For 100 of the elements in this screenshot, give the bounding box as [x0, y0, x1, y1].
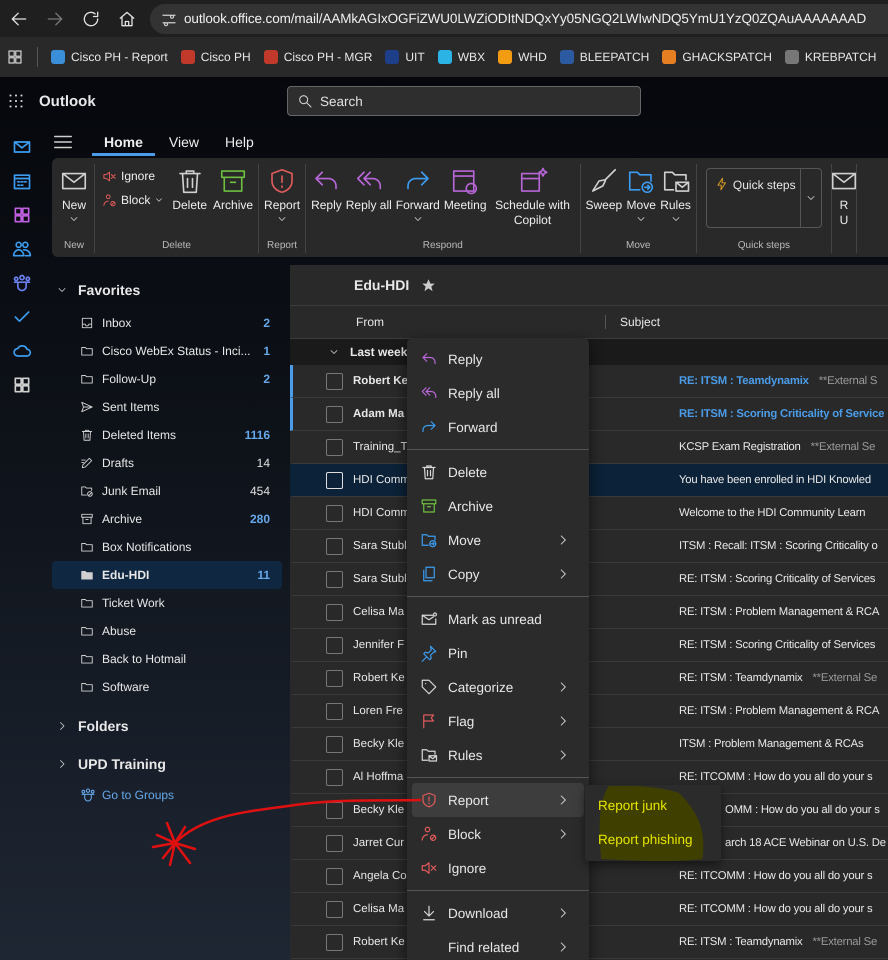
folder-item[interactable]: Ticket Work	[52, 589, 282, 617]
row-checkbox[interactable]	[326, 900, 343, 918]
ribbon-tab[interactable]: View	[156, 128, 211, 156]
ribbon-tab[interactable]: Help	[213, 128, 266, 156]
apps-icon[interactable]	[6, 48, 24, 66]
folder-item[interactable]: Edu-HDI 11	[52, 561, 282, 589]
row-checkbox[interactable]	[326, 538, 343, 554]
reload-icon[interactable]	[81, 8, 101, 28]
folder-item[interactable]: Follow-Up 2	[52, 365, 282, 393]
groups-icon	[80, 787, 96, 803]
trash-icon	[80, 428, 94, 442]
folder-item[interactable]: Box Notifications	[52, 533, 282, 561]
people-icon[interactable]	[12, 239, 32, 259]
folder-item[interactable]: Back to Hotmail	[52, 645, 282, 673]
ribbon-button[interactable]: Delete	[170, 164, 210, 212]
tag-icon	[420, 678, 438, 696]
menu-item[interactable]: Find related	[412, 930, 584, 960]
unread-count: 14	[256, 456, 270, 470]
ribbon-button[interactable]: Meeting	[442, 164, 489, 215]
ribbon-button[interactable]: Move	[624, 164, 658, 227]
ribbon-group-label: Quick steps	[738, 240, 790, 253]
folder-item[interactable]: Software	[52, 673, 282, 701]
row-checkbox[interactable]	[326, 406, 343, 422]
block-icon	[420, 825, 438, 843]
bookmark[interactable]: Cisco PH	[180, 50, 251, 64]
unread-count: 280	[250, 512, 270, 526]
bookmark[interactable]: KREBPATCH	[784, 50, 876, 64]
bookmark[interactable]: Cisco PH - Report	[51, 50, 168, 64]
draft-icon	[80, 456, 94, 470]
row-checkbox[interactable]	[326, 504, 343, 522]
menu-item[interactable]: Report	[412, 783, 584, 817]
folder-item[interactable]: Abuse	[52, 617, 282, 645]
ribbon-button[interactable]: Ignore	[98, 164, 168, 188]
bookmark[interactable]: WHD	[498, 50, 547, 64]
app-icon[interactable]	[12, 205, 32, 225]
ribbon-button[interactable]: New	[57, 164, 91, 227]
send-icon	[80, 400, 94, 414]
quick-steps-dropdown[interactable]: Quick steps	[706, 168, 822, 228]
ribbon-button[interactable]: Sweep	[584, 164, 624, 215]
folder-icon	[80, 372, 94, 386]
ribbon-group-label: Respond	[422, 240, 463, 253]
bookmark[interactable]: Cisco PH - MGR	[264, 50, 372, 64]
menu-item[interactable]: Block	[412, 817, 584, 851]
row-checkbox[interactable]	[326, 802, 343, 818]
muted-speaker-icon	[102, 168, 117, 184]
home-icon[interactable]	[117, 8, 137, 28]
star-icon[interactable]	[421, 278, 436, 292]
folder-item[interactable]: Sent Items	[52, 393, 282, 421]
row-checkbox[interactable]	[326, 768, 343, 786]
folder-icon	[80, 344, 94, 358]
row-checkbox[interactable]	[326, 670, 343, 686]
row-checkbox[interactable]	[326, 636, 343, 654]
go-to-groups-link[interactable]: Go to Groups	[52, 787, 282, 803]
row-checkbox[interactable]	[326, 570, 343, 588]
ribbon-button[interactable]: Block	[98, 188, 168, 212]
ribbon-button[interactable]: Schedule with Copilot	[488, 164, 577, 230]
column-header[interactable]: Subject	[606, 315, 660, 329]
folder-section-header[interactable]: Folders	[52, 713, 282, 739]
folder-icon	[80, 680, 94, 694]
row-checkbox[interactable]	[326, 372, 343, 390]
address-bar[interactable]: outlook.office.com/mail/AAMkAGIxOGFiZWU0LWZiODItNDQxYy05NGQ2LWIwNDQ5YmU1YzQ0ZQAuAAAAAAAD	[150, 4, 888, 34]
row-checkbox[interactable]	[326, 736, 343, 752]
apps-icon[interactable]	[12, 375, 32, 395]
search-icon	[297, 93, 313, 109]
ribbon-button[interactable]: Reply	[309, 164, 344, 215]
favorites-header[interactable]: Favorites	[52, 277, 282, 303]
folder-item[interactable]: Cisco WebEx Status - Inci... 1	[52, 337, 282, 365]
bookmark[interactable]: WBX	[438, 50, 486, 64]
ribbon-button[interactable]: Reply all	[344, 164, 394, 215]
submenu-item[interactable]: Report phishing	[590, 822, 701, 856]
bookmark[interactable]: GHACKSPATCH	[662, 50, 772, 64]
row-checkbox[interactable]	[326, 702, 343, 720]
inbox-icon	[80, 316, 94, 330]
search-field[interactable]: Search	[287, 86, 641, 116]
folder-section-header[interactable]: UPD Training	[52, 751, 282, 777]
groups-icon[interactable]	[12, 273, 32, 293]
folder-icon	[80, 568, 94, 582]
row-checkbox[interactable]	[326, 934, 343, 950]
bookmark[interactable]: UIT	[385, 50, 425, 64]
folder-item[interactable]: Deleted Items 1116	[52, 421, 282, 449]
ribbon-button[interactable]: Rules	[658, 164, 693, 227]
row-checkbox[interactable]	[326, 834, 343, 852]
ribbon-button[interactable]: R U	[834, 164, 853, 230]
row-checkbox[interactable]	[326, 604, 343, 620]
bookmark[interactable]: BLEEPATCH	[560, 50, 650, 64]
ribbon-button[interactable]: Report	[262, 164, 302, 227]
folder-item[interactable]: Junk Email 454	[52, 477, 282, 505]
row-checkbox[interactable]	[326, 438, 343, 456]
lightning-icon	[714, 177, 729, 191]
ribbon-group-label: Delete	[162, 240, 191, 253]
ribbon-button[interactable]: Archive	[211, 164, 256, 212]
folder-item[interactable]: Drafts 14	[52, 449, 282, 477]
folder-item[interactable]: Inbox 2	[52, 309, 282, 337]
folder-item[interactable]: Archive 280	[52, 505, 282, 533]
row-checkbox[interactable]	[326, 868, 343, 884]
download-icon	[420, 904, 438, 922]
ribbon-tab[interactable]: Home	[92, 128, 155, 156]
ribbon-button[interactable]: Forward	[394, 164, 442, 227]
ribbon-group-label: Move	[626, 240, 650, 253]
column-header[interactable]: From	[290, 315, 606, 329]
